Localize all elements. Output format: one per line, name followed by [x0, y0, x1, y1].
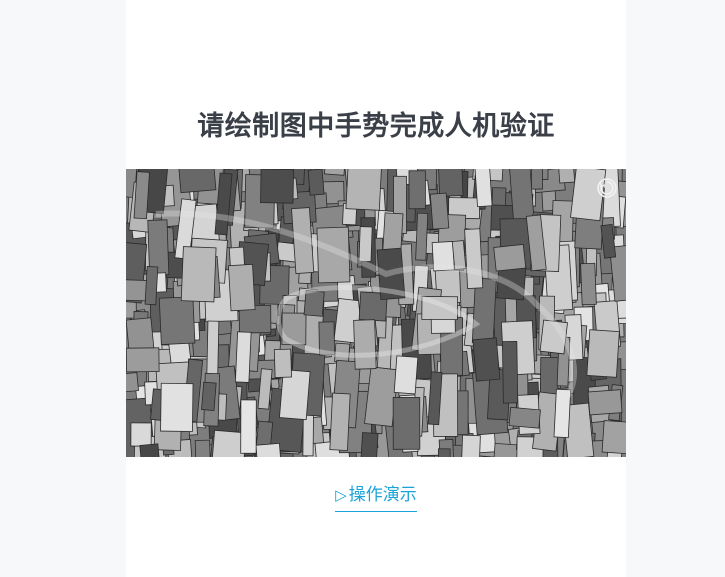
demo-link[interactable]: ▷ 操作演示: [335, 480, 417, 512]
play-icon: ▷: [335, 486, 347, 504]
captcha-image: [126, 169, 626, 457]
demo-label: 操作演示: [348, 485, 417, 505]
captcha-panel: 请绘制图中手势完成人机验证 ▷ 操作演示: [126, 0, 626, 577]
refresh-icon[interactable]: [596, 177, 618, 199]
demo-section: ▷ 操作演示: [126, 480, 626, 512]
page-title: 请绘制图中手势完成人机验证: [197, 111, 555, 142]
gesture-canvas[interactable]: [126, 169, 626, 457]
